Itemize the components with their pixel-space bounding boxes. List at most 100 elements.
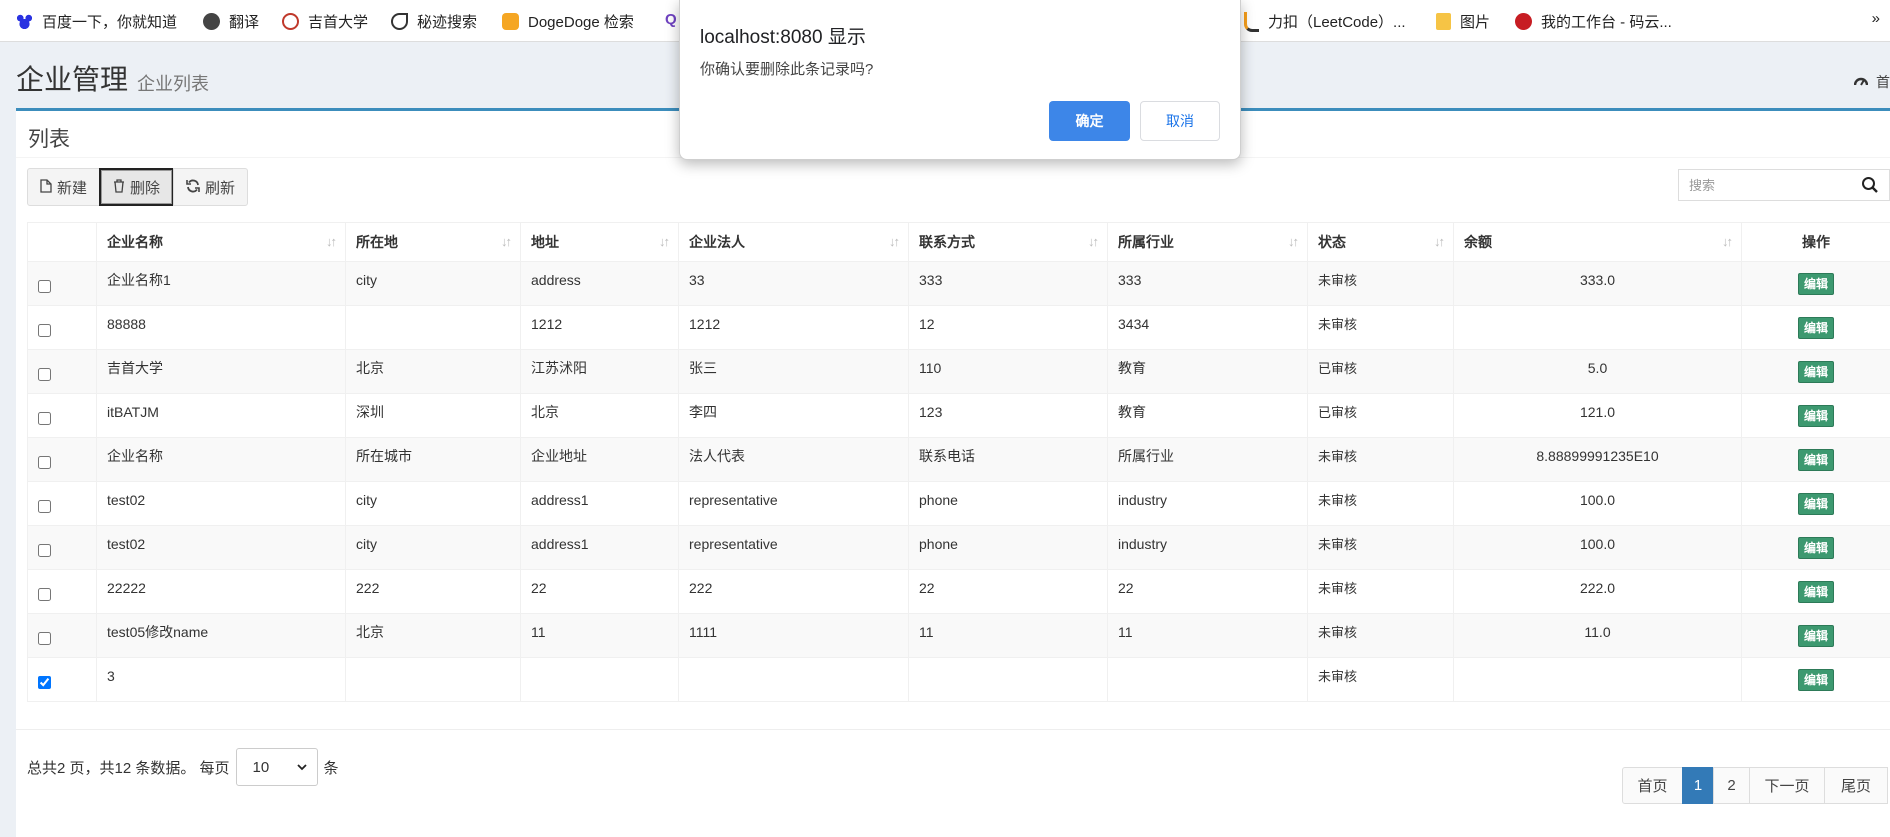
refresh-icon <box>186 179 200 196</box>
pager-page-2[interactable]: 2 <box>1713 767 1750 804</box>
edit-button[interactable]: 编辑 <box>1797 624 1834 647</box>
bookmarks-more-icon[interactable]: » <box>1872 10 1880 27</box>
cell-status: 未审核 <box>1307 525 1454 570</box>
cell-actions: 编辑 <box>1741 349 1890 394</box>
sort-icon[interactable]: ↓↑ <box>1722 234 1733 249</box>
search-icon[interactable] <box>1861 176 1879 194</box>
edit-button[interactable]: 编辑 <box>1797 404 1834 427</box>
globe-icon <box>203 13 220 30</box>
cell-industry: 3434 <box>1107 305 1308 350</box>
cell-industry: 333 <box>1107 261 1308 306</box>
page-size-select[interactable]: 10 <box>235 748 318 786</box>
cell-contact: 联系电话 <box>908 437 1108 482</box>
column-header[interactable]: 联系方式 ↓↑ <box>908 222 1108 262</box>
cell-legal <box>678 657 909 702</box>
column-header[interactable]: 企业法人 ↓↑ <box>678 222 909 262</box>
bookmark-label: 我的工作台 - 码云... <box>1541 14 1672 31</box>
table-row: itBATJM 深圳 北京 李四 123 教育 已审核 121.0 编辑 <box>27 393 1890 438</box>
sort-icon[interactable]: ↓↑ <box>501 234 512 249</box>
pager-page-1[interactable]: 1 <box>1682 767 1714 804</box>
baidu-paw-icon <box>16 13 33 30</box>
cell-industry: 11 <box>1107 613 1308 658</box>
column-header[interactable]: 所在地 ↓↑ <box>345 222 521 262</box>
footer-divider <box>16 729 1890 730</box>
bookmark-translate[interactable]: 翻译 <box>203 11 259 32</box>
row-checkbox[interactable] <box>38 367 51 381</box>
sort-icon[interactable]: ↓↑ <box>326 234 337 249</box>
row-checkbox-cell <box>27 305 97 350</box>
column-header[interactable]: 状态 ↓↑ <box>1307 222 1454 262</box>
row-checkbox-cell <box>27 437 97 482</box>
header-checkbox-cell <box>27 222 97 262</box>
bookmark-mijisou[interactable]: 秘迹搜索 <box>391 11 477 32</box>
row-checkbox[interactable] <box>38 675 51 689</box>
bookmark-label: 百度一下，你就知道 <box>42 14 178 31</box>
column-header[interactable]: 企业名称 ↓↑ <box>96 222 346 262</box>
row-checkbox[interactable] <box>38 499 51 513</box>
bookmark-dogedoge[interactable]: DogeDoge 检索 <box>502 11 634 32</box>
edit-button[interactable]: 编辑 <box>1797 360 1834 383</box>
cell-address: 11 <box>520 613 679 658</box>
cell-industry: 教育 <box>1107 393 1308 438</box>
edit-button[interactable]: 编辑 <box>1797 668 1834 691</box>
column-header[interactable]: 地址 ↓↑ <box>520 222 679 262</box>
bookmark-gitee[interactable]: 我的工作台 - 码云... <box>1515 11 1672 32</box>
cell-legal: 1212 <box>678 305 909 350</box>
bookmark-leetcode[interactable]: 力扣（LeetCode）... <box>1244 11 1406 32</box>
column-header[interactable]: 所属行业 ↓↑ <box>1107 222 1308 262</box>
bookmark-q[interactable]: Q <box>665 11 677 28</box>
cell-name: test05修改name <box>96 613 346 658</box>
bookmark-images[interactable]: 图片 <box>1436 11 1490 32</box>
cell-balance: 8.88899991235E10 <box>1453 437 1742 482</box>
edit-button[interactable]: 编辑 <box>1797 492 1834 515</box>
row-checkbox[interactable] <box>38 631 51 645</box>
dialog-message: 你确认要删除此条记录吗? <box>700 61 874 78</box>
row-checkbox[interactable] <box>38 279 51 293</box>
cell-balance <box>1453 305 1742 350</box>
pager-first[interactable]: 首页 <box>1622 767 1683 804</box>
pager-last[interactable]: 尾页 <box>1824 767 1888 804</box>
sort-icon[interactable]: ↓↑ <box>1288 234 1299 249</box>
sort-icon[interactable]: ↓↑ <box>889 234 900 249</box>
row-checkbox[interactable] <box>38 411 51 425</box>
search-input[interactable] <box>1687 170 1851 200</box>
delete-button[interactable]: 删除 <box>99 168 175 206</box>
cell-industry: industry <box>1107 481 1308 526</box>
bookmark-jishou[interactable]: 吉首大学 <box>282 11 368 32</box>
row-checkbox[interactable] <box>38 455 51 469</box>
edit-button[interactable]: 编辑 <box>1797 316 1834 339</box>
edit-button[interactable]: 编辑 <box>1797 580 1834 603</box>
column-header-actions: 操作 <box>1741 222 1890 262</box>
toolbar: 新建 删除 刷新 <box>27 168 249 206</box>
row-checkbox[interactable] <box>38 323 51 337</box>
row-checkbox[interactable] <box>38 543 51 557</box>
page-info-prefix: 总共2 页，共12 条数据。 每页 <box>27 759 230 777</box>
breadcrumb-home-label: 首 <box>1876 74 1890 90</box>
sort-icon[interactable]: ↓↑ <box>659 234 670 249</box>
pager-next[interactable]: 下一页 <box>1749 767 1825 804</box>
cell-balance: 333.0 <box>1453 261 1742 306</box>
chevron-down-icon <box>296 764 307 771</box>
bookmark-baidu[interactable]: 百度一下，你就知道 <box>16 11 177 32</box>
cell-name: 企业名称 <box>96 437 346 482</box>
refresh-button[interactable]: 刷新 <box>173 168 249 206</box>
dialog-cancel-button[interactable]: 取消 <box>1140 101 1220 141</box>
new-button[interactable]: 新建 <box>27 168 101 206</box>
cell-address <box>520 657 679 702</box>
breadcrumb-home[interactable]: 首 <box>1853 72 1890 92</box>
edit-button[interactable]: 编辑 <box>1797 448 1834 471</box>
cell-industry <box>1107 657 1308 702</box>
table-row: test02 city address1 representative phone ind… <box>27 481 1890 526</box>
cell-name: test02 <box>96 481 346 526</box>
box-title: 列表 <box>28 128 70 151</box>
row-checkbox[interactable] <box>38 587 51 601</box>
column-header[interactable]: 余额 ↓↑ <box>1453 222 1742 262</box>
table-row: 22222 222 22 222 22 22 未审核 222.0 编辑 <box>27 569 1890 614</box>
dialog-ok-button[interactable]: 确定 <box>1049 101 1130 141</box>
bookmark-label: DogeDoge 检索 <box>528 14 634 31</box>
edit-button[interactable]: 编辑 <box>1797 272 1834 295</box>
sort-icon[interactable]: ↓↑ <box>1434 234 1445 249</box>
sort-icon[interactable]: ↓↑ <box>1088 234 1099 249</box>
row-checkbox-cell <box>27 349 97 394</box>
edit-button[interactable]: 编辑 <box>1797 536 1834 559</box>
